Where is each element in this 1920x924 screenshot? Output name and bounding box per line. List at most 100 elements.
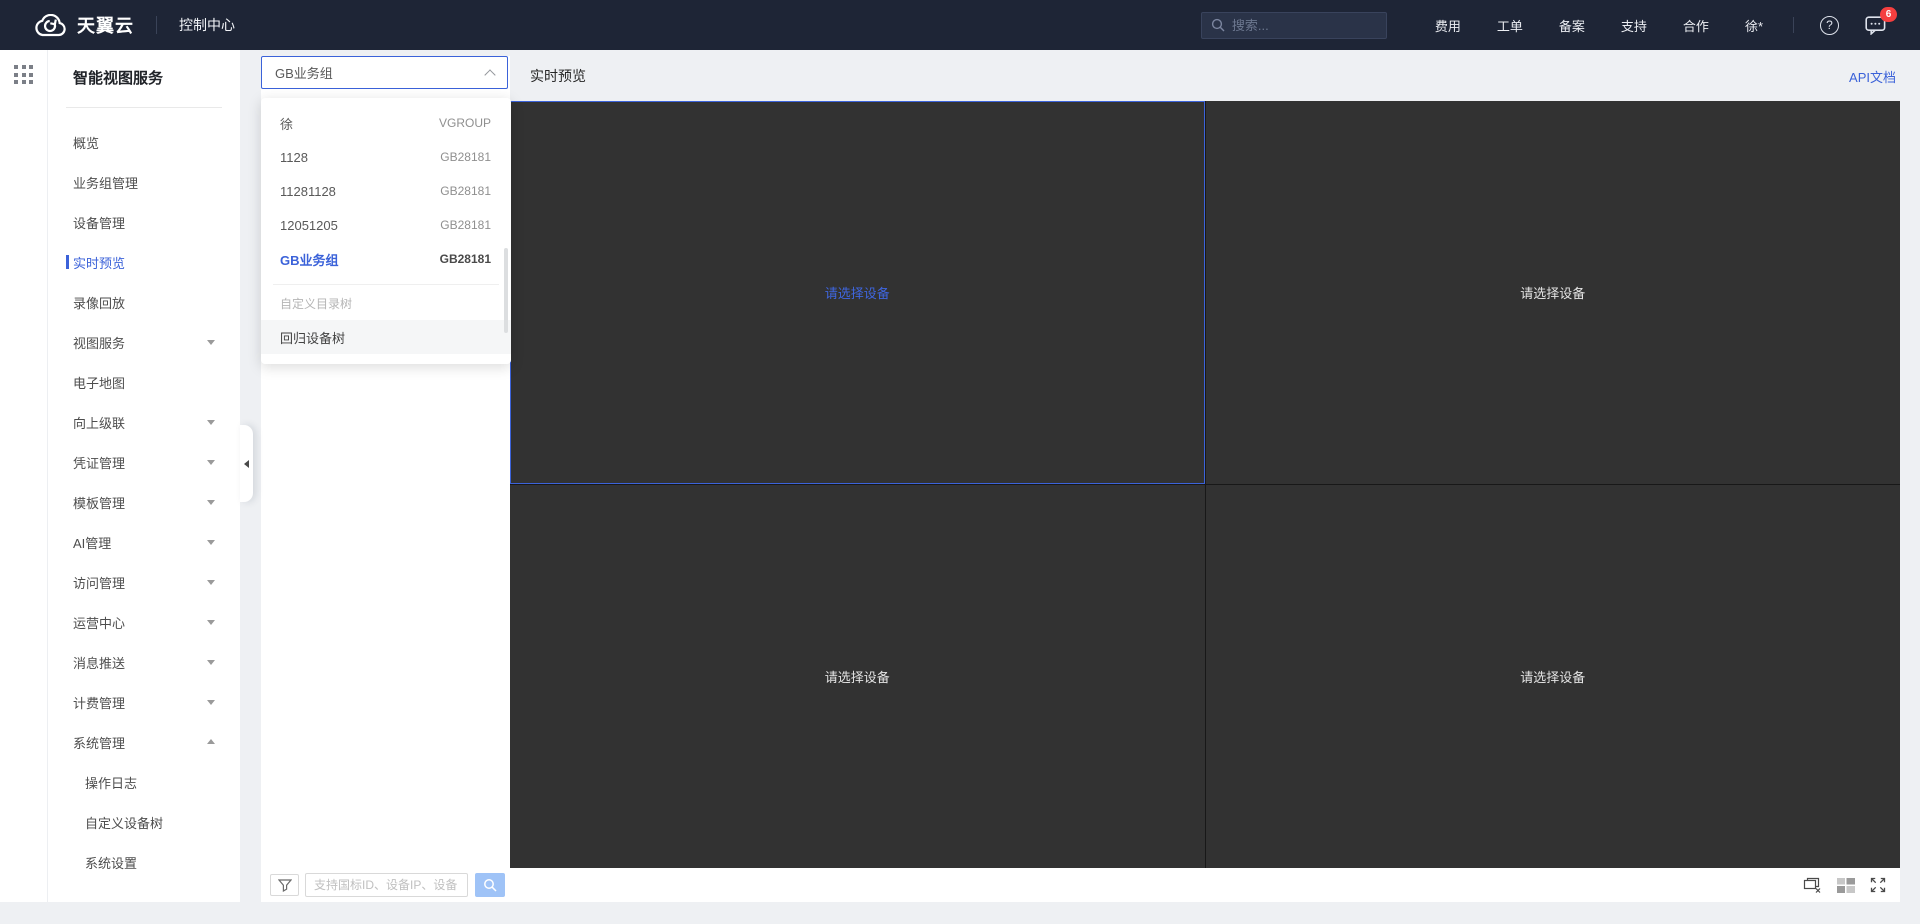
dropdown-option[interactable]: 徐 VGROUP	[261, 106, 511, 140]
sidebar-item-label: 系统设置	[85, 855, 138, 871]
sidebar-subitem-custom-device-tree[interactable]: 自定义设备树	[48, 802, 240, 842]
sidebar-item-label: 访问管理	[73, 575, 126, 591]
selected-group-value: GB业务组	[275, 66, 333, 81]
option-type: GB28181	[440, 184, 491, 198]
dropdown-group-label: 自定义目录树	[280, 297, 353, 311]
video-preview-grid: 请选择设备 请选择设备 请选择设备 请选择设备	[510, 101, 1900, 868]
top-header: 天翼云 控制中心 费用 工单 备案 支持 合作 徐* ?	[0, 0, 1920, 50]
app-grid-icon[interactable]	[14, 65, 33, 84]
search-icon	[1211, 18, 1225, 32]
device-search-input[interactable]	[305, 873, 468, 897]
chevron-down-icon	[207, 540, 215, 545]
option-name: GB业务组	[280, 252, 339, 268]
help-icon[interactable]: ?	[1820, 15, 1839, 35]
option-type: GB28181	[439, 252, 491, 266]
brand-name: 天翼云	[77, 16, 134, 36]
chevron-down-icon	[207, 620, 215, 625]
device-search-button[interactable]	[475, 873, 505, 897]
sidebar-item-view-service[interactable]: 视图服务	[48, 322, 240, 362]
header-nav: 费用 工单 备案 支持 合作 徐*	[1435, 16, 1763, 35]
video-cell-4[interactable]: 请选择设备	[1205, 485, 1900, 868]
business-group-dropdown: 徐 VGROUP 1128 GB28181 11281128 GB28181 1…	[261, 98, 511, 364]
chevron-up-icon	[484, 68, 496, 81]
dropdown-option[interactable]: 11281128 GB28181	[261, 174, 511, 208]
option-name: 11281128	[280, 183, 336, 199]
sidebar-item-label: 自定义设备树	[85, 815, 164, 831]
messages-button[interactable]: 6	[1865, 6, 1897, 35]
chevron-down-icon	[207, 340, 215, 345]
api-doc-link[interactable]: API文档	[1849, 67, 1896, 86]
sidebar-item-message-push[interactable]: 消息推送	[48, 642, 240, 682]
video-cell-1[interactable]: 请选择设备	[510, 101, 1205, 484]
option-type: GB28181	[440, 218, 491, 232]
close-all-windows-button[interactable]	[1803, 877, 1822, 894]
sidebar-item-label: 模板管理	[73, 495, 126, 511]
sidebar-subitem-system-settings[interactable]: 系统设置	[48, 842, 240, 882]
nav-billing[interactable]: 费用	[1435, 16, 1461, 35]
dropdown-scrollbar[interactable]	[504, 248, 508, 333]
sidebar-item-billing-mgmt[interactable]: 计费管理	[48, 682, 240, 722]
global-search-box[interactable]	[1200, 11, 1408, 39]
console-link[interactable]: 控制中心	[179, 15, 235, 35]
sidebar-item-label: 凭证管理	[73, 455, 126, 471]
select-device-placeholder: 请选择设备	[1520, 286, 1586, 301]
sidebar-item-playback[interactable]: 录像回放	[48, 282, 240, 322]
header-divider	[156, 16, 157, 34]
grid-controls	[1803, 868, 1886, 902]
sidebar-item-business-group[interactable]: 业务组管理	[48, 162, 240, 202]
filter-button[interactable]	[270, 874, 299, 896]
split-screen-layout-button[interactable]	[1837, 877, 1855, 893]
sidebar-collapse-handle[interactable]	[240, 425, 253, 502]
search-icon	[483, 878, 497, 892]
business-group-select[interactable]: GB业务组	[261, 56, 508, 89]
global-search-input[interactable]	[1231, 17, 1408, 33]
service-title: 智能视图服务	[73, 70, 164, 87]
sidebar-item-label: 向上级联	[73, 415, 126, 431]
sidebar-item-credential-mgmt[interactable]: 凭证管理	[48, 442, 240, 482]
nav-support[interactable]: 支持	[1621, 16, 1647, 35]
sidebar-item-template-mgmt[interactable]: 模板管理	[48, 482, 240, 522]
sidebar-item-device-mgmt[interactable]: 设备管理	[48, 202, 240, 242]
dropdown-option-custom-tree[interactable]: 回归设备树	[261, 320, 511, 354]
sidebar-item-overview[interactable]: 概览	[48, 122, 240, 162]
chevron-down-icon	[207, 700, 215, 705]
sidebar-item-label: 运营中心	[73, 615, 126, 631]
option-type: VGROUP	[438, 116, 491, 130]
sidebar-item-e-map[interactable]: 电子地图	[48, 362, 240, 402]
chevron-down-icon	[207, 500, 215, 505]
sidebar-item-access-mgmt[interactable]: 访问管理	[48, 562, 240, 602]
cloud-logo-icon	[34, 13, 68, 37]
filter-funnel-icon	[277, 878, 292, 892]
sidebar-item-live-preview[interactable]: 实时预览	[48, 242, 240, 282]
sidebar-item-label: 系统管理	[73, 735, 126, 751]
video-cell-3[interactable]: 请选择设备	[510, 485, 1205, 868]
nav-account[interactable]: 徐*	[1745, 16, 1763, 35]
nav-filing[interactable]: 备案	[1559, 16, 1585, 35]
chevron-down-icon	[207, 420, 215, 425]
bottom-toolbar	[261, 868, 1900, 902]
dropdown-option[interactable]: 12051205 GB28181	[261, 208, 511, 242]
header-nav-divider	[1793, 17, 1794, 33]
sidebar-item-label: 设备管理	[73, 215, 126, 231]
nav-ticket[interactable]: 工单	[1497, 16, 1523, 35]
select-device-placeholder: 请选择设备	[824, 286, 890, 301]
video-cell-2[interactable]: 请选择设备	[1205, 101, 1900, 484]
brand-home-link[interactable]: 天翼云	[34, 12, 134, 38]
message-badge: 6	[1880, 6, 1897, 22]
nav-partner[interactable]: 合作	[1683, 16, 1709, 35]
dropdown-option[interactable]: 1128 GB28181	[261, 140, 511, 174]
sidebar-item-label: 录像回放	[73, 295, 126, 311]
sidebar-item-upward-cascade[interactable]: 向上级联	[48, 402, 240, 442]
chevron-down-icon	[207, 660, 215, 665]
sidebar-item-system-mgmt[interactable]: 系统管理	[48, 722, 240, 762]
sidebar-item-operation-center[interactable]: 运营中心	[48, 602, 240, 642]
sidebar-item-ai-mgmt[interactable]: AI管理	[48, 522, 240, 562]
dropdown-option-selected[interactable]: GB业务组 GB28181	[261, 242, 511, 276]
fullscreen-icon-button[interactable]	[1870, 877, 1886, 893]
service-sidebar: 智能视图服务 概览 业务组管理 设备管理 实时预览 录像回放 视图服务 电子地图…	[48, 50, 253, 902]
sidebar-item-label: 视图服务	[73, 335, 126, 351]
sidebar-divider	[66, 107, 222, 108]
sidebar-subitem-operation-log[interactable]: 操作日志	[48, 762, 240, 802]
sidebar-item-label: 实时预览	[73, 255, 126, 271]
chevron-left-icon	[244, 459, 249, 468]
